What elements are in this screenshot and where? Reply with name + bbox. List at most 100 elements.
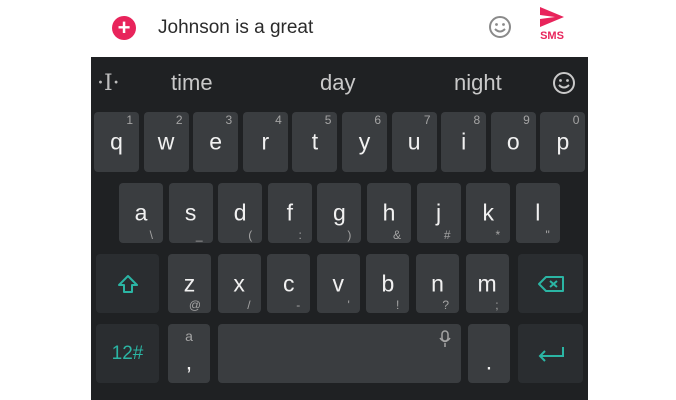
key-c[interactable]: -c [267, 254, 311, 313]
suggestion-day[interactable]: day [320, 70, 355, 96]
smiley-icon[interactable] [488, 15, 512, 39]
backspace-icon [537, 275, 564, 292]
key-q[interactable]: 1q [94, 112, 139, 172]
key-p[interactable]: 0p [540, 112, 586, 172]
message-input[interactable]: Johnson is a great [158, 17, 313, 39]
key-label: d [233, 199, 247, 226]
key-e[interactable]: 3e [193, 112, 239, 172]
key-t[interactable]: 5t [292, 112, 338, 172]
key-label: t [311, 128, 319, 155]
key-b[interactable]: ! b [366, 254, 410, 313]
key-hint: 2 [175, 113, 183, 127]
plus-icon: + [117, 15, 131, 40]
key-label: k [482, 199, 494, 226]
smiley-icon[interactable] [552, 71, 576, 95]
key-label: r [261, 128, 270, 155]
key-a[interactable]: \ a [119, 183, 163, 243]
key-label: y [358, 128, 371, 155]
add-attachment-button[interactable]: + [112, 16, 136, 40]
key-label: n [431, 270, 444, 296]
key-r[interactable]: 4r [242, 112, 288, 172]
key-m[interactable]: ; m [465, 254, 509, 313]
key-label: q [110, 128, 123, 155]
backspace-key[interactable] [518, 254, 583, 313]
key-hint: / [247, 298, 251, 312]
compose-bar: + Johnson is a great SMS [91, 0, 588, 57]
key-label: a [134, 199, 148, 226]
key-l[interactable]: " l [515, 183, 560, 243]
suggestion-time[interactable]: time [171, 70, 213, 96]
key-hint: ) [347, 228, 352, 242]
key-label: w [157, 128, 175, 155]
send-label: SMS [540, 30, 564, 42]
key-label: m [477, 270, 497, 296]
suggestion-strip: ·I· time day night [91, 57, 588, 110]
key-v[interactable]: ' v [316, 254, 360, 313]
key-hint: ( [248, 228, 253, 242]
key-k[interactable]: * k [466, 183, 511, 243]
comma-key[interactable]: a , [168, 324, 210, 383]
key-w[interactable]: 2w [143, 112, 189, 172]
key-hint: - [296, 298, 301, 312]
key-label: o [506, 128, 520, 155]
key-j[interactable]: # j [416, 183, 461, 243]
key-label: i [461, 128, 467, 155]
key-i[interactable]: 8i [441, 112, 487, 172]
key-label: h [382, 199, 396, 226]
key-o[interactable]: 9o [490, 112, 536, 172]
enter-key[interactable] [518, 324, 583, 383]
key-label: f [286, 199, 293, 226]
key-hint: " [545, 228, 550, 242]
key-hint: 6 [374, 113, 381, 127]
key-hint: ! [396, 298, 400, 312]
key-hint: @ [188, 298, 201, 312]
suggestion-night[interactable]: night [454, 70, 502, 96]
key-label: l [535, 199, 541, 226]
enter-arrow-icon [538, 346, 564, 362]
key-label: e [209, 128, 223, 155]
key-label: j [436, 199, 442, 226]
key-hint: * [495, 228, 501, 242]
key-label: x [233, 270, 245, 296]
comma-hint: a [185, 328, 193, 344]
key-hint: 3 [225, 113, 233, 127]
key-label: u [407, 128, 421, 155]
send-button[interactable]: SMS [531, 6, 573, 52]
key-hint: : [298, 228, 302, 242]
key-z[interactable]: @ z [168, 254, 211, 313]
key-label: g [332, 199, 346, 226]
key-label: v [332, 270, 345, 296]
key-f[interactable]: :f [267, 183, 312, 243]
key-label: z [183, 270, 196, 296]
key-hint: 7 [423, 113, 431, 127]
key-hint: 9 [523, 113, 530, 127]
symbols-label: 12# [111, 342, 144, 364]
key-hint: ? [442, 298, 449, 312]
key-hint: # [443, 228, 451, 242]
key-h[interactable]: & h [367, 183, 411, 243]
key-d[interactable]: (d [218, 183, 263, 243]
period-key[interactable]: . [468, 324, 510, 383]
key-s[interactable]: _ s [168, 183, 213, 243]
space-key[interactable] [218, 324, 461, 383]
key-hint: _ [195, 228, 203, 242]
key-x[interactable]: / x [217, 254, 261, 313]
symbols-key[interactable]: 12# [96, 324, 159, 383]
key-hint: ; [495, 298, 499, 312]
key-n[interactable]: ? n [416, 254, 459, 313]
microphone-icon [439, 330, 451, 347]
key-label: b [381, 270, 395, 296]
key-hint: 0 [572, 113, 580, 127]
shift-key[interactable] [96, 254, 159, 313]
key-u[interactable]: 7u [391, 112, 437, 172]
key-hint: ' [347, 298, 350, 312]
phone-screen: + Johnson is a great SMS ·I· time day ni… [91, 0, 588, 400]
text-cursor-icon[interactable]: ·I· [97, 71, 120, 96]
key-hint: 4 [275, 113, 282, 127]
key-y[interactable]: 6y [342, 112, 387, 172]
key-hint: & [392, 228, 401, 242]
key-label: c [282, 270, 295, 296]
key-label: s [184, 199, 197, 226]
period-label: . [485, 348, 493, 375]
key-g[interactable]: ) g [317, 183, 362, 243]
